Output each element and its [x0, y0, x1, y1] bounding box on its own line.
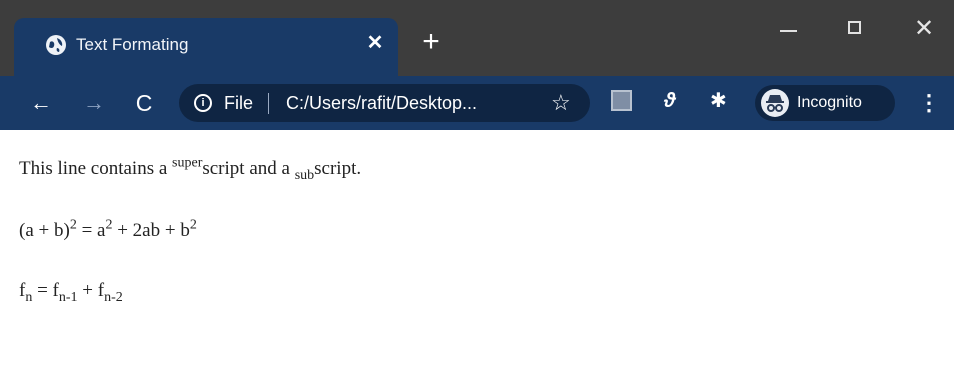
globe-icon [46, 35, 66, 55]
incognito-label: Incognito [797, 94, 862, 111]
reload-button[interactable]: C [130, 89, 158, 117]
extension-icon[interactable]: ϑ [664, 88, 676, 114]
incognito-icon [761, 89, 789, 117]
browser-toolbar: ← → C i File C:/Users/rafit/Desktop... ☆… [0, 76, 954, 130]
file-label: File [224, 93, 254, 113]
maximize-button[interactable] [834, 12, 874, 46]
address-bar[interactable]: i File C:/Users/rafit/Desktop... ☆ [179, 84, 590, 122]
browser-titlebar: Text Formating ✕ + ✕ [0, 0, 954, 76]
url-text[interactable]: C:/Users/rafit/Desktop... [286, 91, 477, 115]
browser-tab[interactable]: Text Formating ✕ [14, 18, 398, 76]
puzzle-icon[interactable]: ✱ [710, 87, 727, 115]
forward-button[interactable]: → [80, 89, 108, 117]
tab-close-button[interactable]: ✕ [362, 30, 388, 56]
maximize-icon [847, 21, 861, 34]
fibonacci-equation: fn = fn-1 + fn-2 [19, 280, 123, 305]
profile-button[interactable]: Incognito [755, 85, 895, 121]
window-close-button[interactable]: ✕ [904, 12, 944, 46]
superscript-text: super [172, 155, 203, 171]
superscript-subscript-line: This line contains a superscript and a s… [19, 155, 362, 183]
new-tab-button[interactable]: + [417, 27, 445, 57]
subscript-text: sub [294, 167, 315, 183]
info-icon[interactable]: i [194, 94, 212, 112]
binomial-equation: (a + b)2 = a2 + 2ab + b2 [19, 217, 197, 241]
minimize-button[interactable] [768, 12, 808, 46]
extension-image-icon[interactable] [611, 90, 632, 111]
tab-title: Text Formating [76, 35, 189, 54]
minimize-icon [779, 30, 797, 32]
bookmark-star-icon[interactable]: ☆ [551, 89, 571, 117]
menu-button[interactable]: ⋮ [918, 89, 940, 117]
back-button[interactable]: ← [27, 89, 55, 117]
omnibox-divider [268, 93, 269, 114]
